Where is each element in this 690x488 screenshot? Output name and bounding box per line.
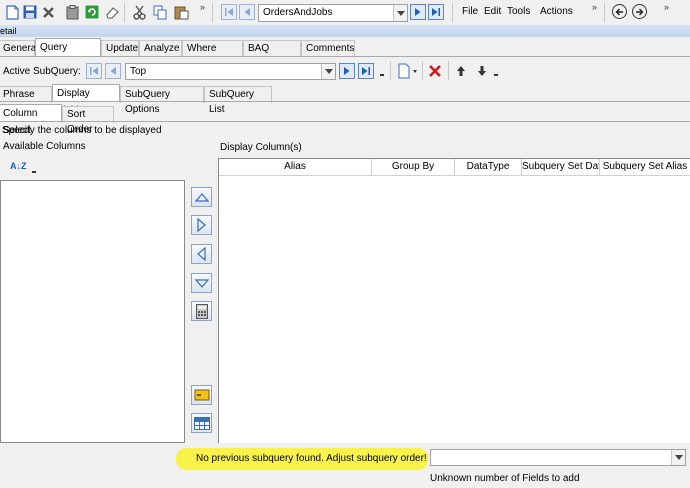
menu-edit[interactable]: Edit xyxy=(484,6,501,17)
chevron-down-icon[interactable] xyxy=(321,64,335,79)
tab-update-label: Update xyxy=(106,43,139,54)
fields-message: Unknown number of Fields to add xyxy=(430,473,580,484)
query-id-value: OrdersAndJobs xyxy=(263,7,333,18)
grid-header-group-by[interactable]: Group By xyxy=(372,159,455,176)
eraser-icon[interactable] xyxy=(104,4,120,20)
table-view-button[interactable] xyxy=(191,413,212,433)
active-subquery-value: Top xyxy=(130,66,147,77)
nav-overflow-chevron[interactable]: » xyxy=(664,3,669,12)
grid-header-alias-label: Alias xyxy=(284,161,306,172)
calculated-field-button[interactable] xyxy=(191,301,212,321)
grid-header-subquery-set-alias[interactable]: Subquery Set Alias xyxy=(600,159,690,176)
tab-general-label: General xyxy=(3,43,39,54)
subquery-overflow-icon[interactable] xyxy=(494,74,498,76)
query-id-combo[interactable]: OrdersAndJobs xyxy=(258,4,408,22)
grid-header-subquery-set-alias-label: Subquery Set Alias xyxy=(602,161,688,172)
tab-where-used[interactable]: Where Used xyxy=(182,40,243,69)
menu-file[interactable]: File xyxy=(462,6,478,17)
overflow-dots-icon[interactable] xyxy=(380,74,384,76)
instruction-text: Specify the columns to be displayed xyxy=(2,125,162,136)
new-subquery-icon[interactable] xyxy=(398,63,420,79)
delete-subquery-icon[interactable] xyxy=(428,64,442,78)
main-toolbar: » OrdersAndJobs File Edit Tools Actions … xyxy=(0,0,690,25)
paste-icon[interactable] xyxy=(173,4,189,20)
available-columns-label: Available Columns xyxy=(3,141,86,152)
sort-az-icon[interactable]: A↓Z xyxy=(10,161,40,177)
chevron-down-icon[interactable] xyxy=(671,450,685,465)
move-up-icon[interactable] xyxy=(455,65,467,77)
tab-analyze-label: Analyze xyxy=(144,43,180,54)
refresh-icon[interactable] xyxy=(84,4,100,20)
previous-record-button[interactable] xyxy=(239,4,255,20)
grid-header-subquery-set-dat-label: Subquery Set Dat xyxy=(522,161,600,172)
next-record-button[interactable] xyxy=(410,4,426,20)
grid-header-subquery-set-dat[interactable]: Subquery Set Dat xyxy=(522,159,600,176)
add-column-button[interactable] xyxy=(191,215,212,235)
tab-update[interactable]: Update xyxy=(101,40,139,57)
tab-query-builder[interactable]: Query Builder xyxy=(35,38,101,70)
tab-comments[interactable]: Comments xyxy=(301,40,355,57)
menu-overflow-chevron[interactable]: » xyxy=(592,3,597,12)
clipboard-icon[interactable] xyxy=(64,4,80,20)
menu-actions[interactable]: Actions xyxy=(540,6,573,17)
last-record-button[interactable] xyxy=(428,4,444,20)
detail-header: etail xyxy=(0,25,690,37)
grid-header-datatype[interactable]: DataType xyxy=(455,159,522,176)
subquery-first-button[interactable] xyxy=(86,63,102,79)
detail-label: etail xyxy=(0,26,17,36)
grid-header-group-by-label: Group By xyxy=(391,161,435,172)
grid-header-alias[interactable]: Alias xyxy=(219,159,372,176)
subquery-toolbar: Active SubQuery: Top xyxy=(0,58,690,84)
subquery-previous-button[interactable] xyxy=(105,63,121,79)
forward-icon[interactable] xyxy=(632,4,647,19)
tag-field-button[interactable] xyxy=(191,385,212,405)
active-subquery-label: Active SubQuery: xyxy=(3,66,81,77)
available-columns-list[interactable] xyxy=(0,180,185,443)
column-tabs: Column Select Sort Order xyxy=(0,104,690,136)
subquery-next-button[interactable] xyxy=(339,63,355,79)
tab-baq-search[interactable]: BAQ Search xyxy=(243,40,301,69)
tab-general[interactable]: General xyxy=(0,40,39,57)
display-tabs: Phrase Build Display Fields SubQuery Opt… xyxy=(0,84,690,116)
cut-icon[interactable] xyxy=(131,4,147,20)
fields-combo[interactable] xyxy=(430,449,686,466)
chevron-down-icon[interactable] xyxy=(393,5,407,21)
new-icon[interactable] xyxy=(4,4,20,20)
delete-icon[interactable] xyxy=(40,4,56,20)
copy-icon[interactable] xyxy=(152,4,168,20)
sort-az-icon-text: A↓Z xyxy=(10,161,27,171)
move-up-button[interactable] xyxy=(191,187,212,207)
main-tabs: General Query Builder Update Analyze Whe… xyxy=(0,38,690,70)
subquery-last-button[interactable] xyxy=(358,63,374,79)
back-icon[interactable] xyxy=(612,4,627,19)
tab-display-fields[interactable]: Display Fields xyxy=(52,84,120,116)
tab-analyze[interactable]: Analyze xyxy=(139,40,182,57)
grid-header-datatype-label: DataType xyxy=(466,161,510,172)
tab-column-select[interactable]: Column Select xyxy=(0,104,62,136)
move-down-button[interactable] xyxy=(191,273,212,293)
remove-column-button[interactable] xyxy=(191,244,212,264)
tab-comments-label: Comments xyxy=(306,43,355,54)
display-columns-label: Display Column(s) xyxy=(220,142,302,153)
status-message: No previous subquery found. Adjust subqu… xyxy=(196,453,427,464)
active-subquery-combo[interactable]: Top xyxy=(125,63,336,80)
first-record-button[interactable] xyxy=(221,4,237,20)
move-down-icon[interactable] xyxy=(476,65,488,77)
toolbar-overflow-chevron[interactable]: » xyxy=(200,3,205,12)
display-columns-grid[interactable] xyxy=(218,158,690,443)
menu-tools[interactable]: Tools xyxy=(507,6,530,17)
save-icon[interactable] xyxy=(22,4,38,20)
